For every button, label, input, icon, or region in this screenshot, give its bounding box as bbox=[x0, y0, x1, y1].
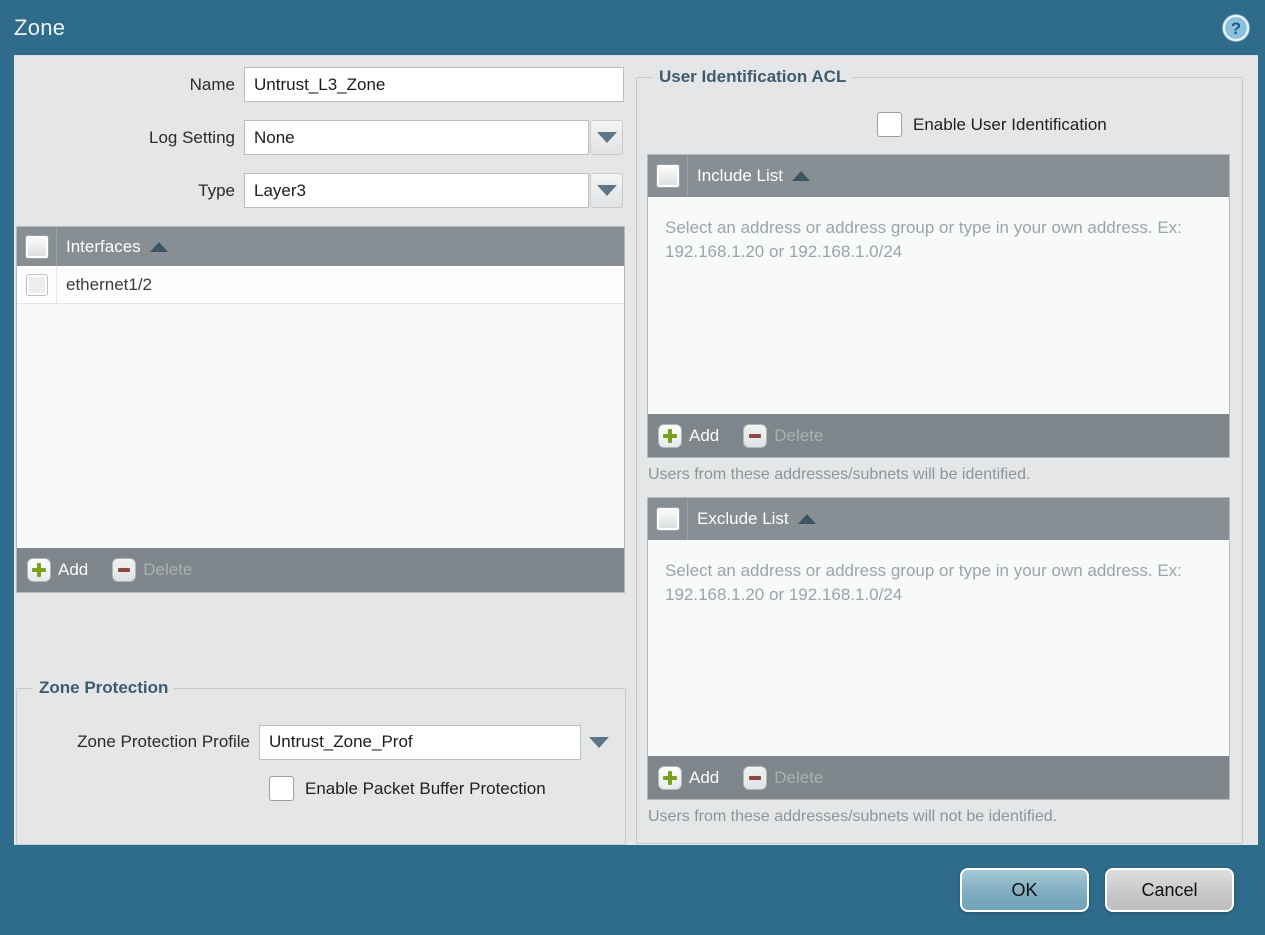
include-list-placeholder: Select an address or address group or ty… bbox=[665, 218, 1182, 261]
exclude-add-label: Add bbox=[689, 767, 720, 787]
sort-ascending-icon bbox=[149, 241, 168, 252]
add-button-label: Add bbox=[58, 560, 89, 579]
exclude-list-caption: Users from these addresses/subnets will … bbox=[648, 808, 1058, 825]
packet-buffer-checkbox[interactable] bbox=[269, 776, 294, 801]
chevron-down-icon bbox=[596, 132, 617, 143]
exclude-list-header-label: Exclude List bbox=[697, 509, 789, 528]
exclude-select-all-checkbox[interactable] bbox=[655, 507, 680, 531]
right-column: User Identification ACL Enable User Iden… bbox=[627, 56, 1258, 845]
row-checkbox[interactable] bbox=[25, 273, 48, 296]
include-select-all-cell bbox=[648, 155, 688, 197]
interfaces-table-footer: Add Delete bbox=[17, 548, 624, 592]
chevron-down-icon bbox=[588, 736, 609, 748]
packet-buffer-label: Enable Packet Buffer Protection bbox=[305, 778, 546, 798]
minus-icon bbox=[743, 765, 768, 790]
sort-ascending-icon bbox=[792, 171, 810, 181]
exclude-list-column-header[interactable]: Exclude List bbox=[697, 509, 816, 529]
plus-icon bbox=[27, 558, 51, 582]
ok-button[interactable]: OK bbox=[960, 868, 1089, 912]
zone-dialog: Zone ? Name Log Setting bbox=[0, 0, 1265, 935]
include-delete-button[interactable]: Delete bbox=[743, 423, 824, 448]
name-label: Name bbox=[189, 74, 235, 94]
exclude-delete-button[interactable]: Delete bbox=[743, 765, 824, 790]
type-combo bbox=[244, 173, 623, 208]
chevron-down-icon bbox=[596, 185, 617, 196]
exclude-list-header: Exclude List bbox=[648, 498, 1229, 540]
log-setting-row: Log Setting bbox=[16, 120, 627, 155]
enable-user-identification-label: Enable User Identification bbox=[913, 114, 1107, 134]
exclude-list-footer: Add Delete bbox=[648, 756, 1229, 799]
help-icon[interactable]: ? bbox=[1221, 13, 1251, 43]
interfaces-table-header: Interfaces bbox=[17, 227, 624, 266]
include-add-button[interactable]: Add bbox=[658, 423, 720, 448]
dialog-titlebar: Zone ? bbox=[0, 0, 1265, 55]
exclude-add-button[interactable]: Add bbox=[658, 765, 720, 790]
log-setting-combo bbox=[244, 120, 623, 155]
minus-icon bbox=[112, 558, 137, 582]
add-interface-button[interactable]: Add bbox=[27, 558, 88, 582]
sort-ascending-icon bbox=[797, 514, 816, 524]
type-label: Type bbox=[198, 180, 235, 200]
row-checkbox-cell bbox=[17, 266, 57, 303]
type-input[interactable] bbox=[244, 173, 589, 208]
interfaces-table-body: ethernet1/2 bbox=[17, 266, 624, 548]
interfaces-table: Interfaces ethernet1/2 Add Delete bbox=[16, 226, 625, 593]
table-row[interactable]: ethernet1/2 bbox=[17, 266, 624, 304]
log-setting-label: Log Setting bbox=[148, 127, 235, 147]
dialog-title: Zone bbox=[14, 14, 66, 40]
enable-user-identification-checkbox[interactable] bbox=[877, 112, 902, 137]
type-row: Type bbox=[16, 173, 627, 208]
zone-protection-section: Zone Protection Zone Protection Profile … bbox=[16, 678, 626, 845]
exclude-select-all-cell bbox=[648, 498, 688, 540]
include-list-table: Include List Select an address or addres… bbox=[647, 154, 1230, 458]
exclude-list-table: Exclude List Select an address or addres… bbox=[647, 497, 1230, 800]
zone-protection-legend: Zone Protection bbox=[39, 678, 169, 697]
include-list-column-header[interactable]: Include List bbox=[697, 166, 810, 186]
dialog-footer: OK Cancel bbox=[0, 845, 1265, 935]
user-identification-acl-legend: User Identification ACL bbox=[659, 67, 847, 86]
delete-button-label: Delete bbox=[143, 560, 193, 579]
include-list-header: Include List bbox=[648, 155, 1229, 197]
include-add-label: Add bbox=[689, 425, 720, 445]
minus-icon bbox=[743, 423, 768, 448]
zone-protection-profile-row: Zone Protection Profile bbox=[27, 724, 615, 760]
exclude-delete-label: Delete bbox=[774, 767, 824, 787]
left-column: Name Log Setting Type bbox=[14, 56, 627, 845]
interfaces-header-label: Interfaces bbox=[66, 236, 141, 256]
svg-text:?: ? bbox=[1231, 19, 1241, 38]
type-dropdown-button[interactable] bbox=[590, 173, 623, 208]
user-identification-acl-section: User Identification ACL Enable User Iden… bbox=[636, 67, 1243, 844]
exclude-list-body[interactable]: Select an address or address group or ty… bbox=[648, 540, 1229, 756]
interfaces-column-header[interactable]: Interfaces bbox=[66, 237, 168, 257]
zone-protection-profile-input[interactable] bbox=[259, 724, 581, 760]
name-input[interactable] bbox=[244, 67, 624, 102]
enable-user-identification-row: Enable User Identification bbox=[877, 112, 1232, 137]
zone-protection-profile-combo bbox=[259, 724, 615, 760]
interface-name: ethernet1/2 bbox=[66, 274, 153, 294]
dialog-content: Name Log Setting Type bbox=[14, 55, 1258, 845]
include-list-header-label: Include List bbox=[697, 166, 783, 185]
include-list-footer: Add Delete bbox=[648, 414, 1229, 457]
plus-icon bbox=[658, 765, 682, 790]
select-all-cell bbox=[17, 227, 57, 266]
include-list-caption: Users from these addresses/subnets will … bbox=[648, 466, 1031, 483]
exclude-list-placeholder: Select an address or address group or ty… bbox=[665, 561, 1182, 604]
packet-buffer-row: Enable Packet Buffer Protection bbox=[269, 776, 615, 801]
zone-protection-profile-label: Zone Protection Profile bbox=[77, 732, 250, 751]
zone-protection-profile-dropdown-button[interactable] bbox=[582, 725, 615, 760]
cancel-button[interactable]: Cancel bbox=[1105, 868, 1234, 912]
name-row: Name bbox=[16, 67, 627, 102]
log-setting-input[interactable] bbox=[244, 120, 589, 155]
log-setting-dropdown-button[interactable] bbox=[590, 120, 623, 155]
include-delete-label: Delete bbox=[774, 425, 824, 445]
include-select-all-checkbox[interactable] bbox=[655, 164, 680, 188]
select-all-checkbox[interactable] bbox=[24, 234, 49, 259]
include-list-body[interactable]: Select an address or address group or ty… bbox=[648, 197, 1229, 414]
plus-icon bbox=[658, 423, 682, 448]
delete-interface-button[interactable]: Delete bbox=[112, 558, 192, 582]
